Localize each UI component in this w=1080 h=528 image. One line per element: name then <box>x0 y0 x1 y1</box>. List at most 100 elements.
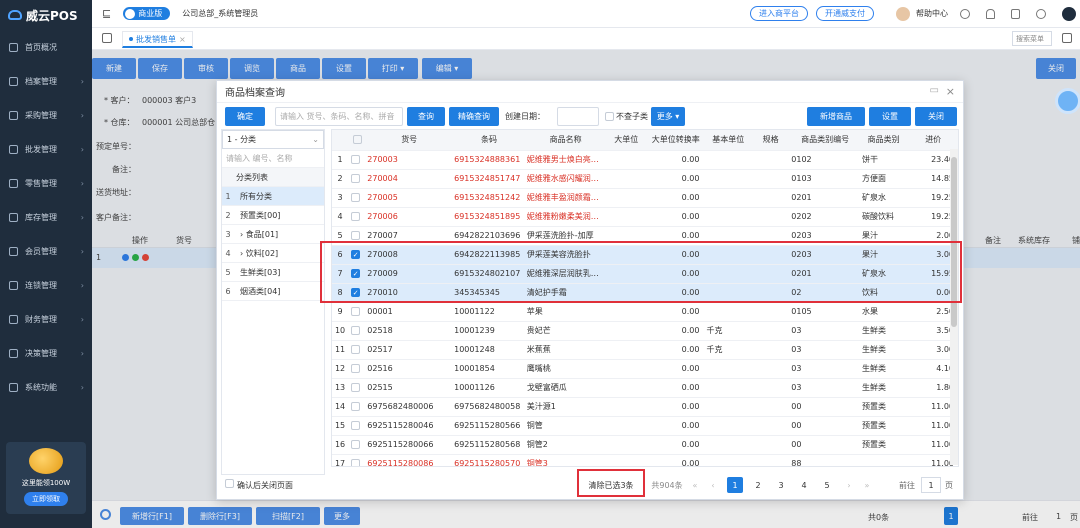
select-all-header[interactable] <box>348 130 365 151</box>
sidebar-item[interactable]: 采购管理 › <box>0 98 92 132</box>
row-select-cell[interactable] <box>348 169 365 189</box>
table-row[interactable]: 12 02516 10001854 鹰嘴桃 0.00 03 生鲜类 4.10 <box>332 359 958 379</box>
page-2-button[interactable]: 2 <box>750 477 766 493</box>
row-checkbox[interactable] <box>351 231 361 240</box>
table-row[interactable]: 1 270003 6915324888361 妮维雅男士焕白亮… 0.00 0102 饼干 2… <box>332 150 958 170</box>
tab-wholesale-order[interactable]: 批发销售单 × <box>122 31 193 48</box>
table-row[interactable]: 4 270006 6915324851895 妮维雅粉嫩柔美润… 0.00 0202 碳酸饮… <box>332 207 958 227</box>
category-item[interactable]: 1 所有分类 <box>222 187 324 206</box>
last-page-icon[interactable]: » <box>861 477 873 493</box>
row-checkbox[interactable] <box>351 345 361 354</box>
table-row[interactable]: 17 6925115280086 6925115280570 铜管3 0.00 88 11.… <box>332 454 958 466</box>
row-checkbox[interactable] <box>351 193 361 202</box>
table-row[interactable]: 13 02515 10001126 戈壁富硒瓜 0.00 03 生鲜类 1.80 <box>332 378 958 398</box>
sidebar-item[interactable]: 系统功能 › <box>0 370 92 404</box>
help-center-link[interactable]: 帮助中心 <box>916 8 948 19</box>
enter-platform-button[interactable]: 进入商平台 <box>750 6 808 21</box>
first-page-icon[interactable]: « <box>689 477 701 493</box>
more-filters-button[interactable]: 更多 ▾ <box>651 107 685 126</box>
row-checkbox[interactable] <box>351 155 361 164</box>
category-item[interactable]: 2 预置类[00] <box>222 206 324 225</box>
lock-icon[interactable] <box>1011 8 1020 19</box>
power-icon[interactable] <box>1036 8 1046 19</box>
goods-search-input[interactable]: 请输入 货号、条码、名称、拼音 <box>275 107 403 126</box>
page-3-button[interactable]: 3 <box>773 477 789 493</box>
select-all-checkbox[interactable] <box>353 135 363 145</box>
row-select-cell[interactable] <box>348 359 365 379</box>
collapse-menu-icon[interactable]: ⊑ <box>102 7 111 20</box>
row-select-cell[interactable] <box>348 207 365 227</box>
category-item[interactable]: 6 烟酒类[04] <box>222 282 324 301</box>
page-1-button[interactable]: 1 <box>727 477 743 493</box>
row-select-cell[interactable] <box>348 378 365 398</box>
row-checkbox[interactable] <box>351 212 361 221</box>
table-row[interactable]: 15 6925115280046 6925115280566 铜管 0.00 00 预置类 1… <box>332 416 958 436</box>
row-checkbox[interactable] <box>351 174 361 183</box>
info-icon[interactable] <box>960 8 970 19</box>
row-select-cell[interactable] <box>348 302 365 322</box>
add-goods-button[interactable]: 新增商品 <box>807 107 865 126</box>
row-select-cell[interactable] <box>348 150 365 170</box>
row-select-cell[interactable] <box>348 435 365 455</box>
sidebar-item[interactable]: 零售管理 › <box>0 166 92 200</box>
sidebar-item[interactable]: 连锁管理 › <box>0 268 92 302</box>
sidebar-item[interactable]: 财务管理 › <box>0 302 92 336</box>
row-select-cell[interactable] <box>348 321 365 341</box>
table-scrollbar[interactable] <box>950 149 958 465</box>
row-checkbox[interactable] <box>351 421 361 430</box>
close-after-confirm-checkbox[interactable] <box>225 479 234 488</box>
row-select-cell[interactable] <box>348 340 365 360</box>
clear-selected-link[interactable]: 清除已选3条 <box>583 477 639 493</box>
close-icon[interactable]: × <box>946 85 955 98</box>
promo-card[interactable]: 这里能领100W 立即领取 <box>6 442 86 514</box>
category-item[interactable]: 4 › 饮料[02] <box>222 244 324 263</box>
search-menu-input[interactable]: 搜索菜单 <box>1012 31 1052 46</box>
row-select-cell[interactable] <box>348 397 365 417</box>
open-pay-button[interactable]: 开通威支付 <box>816 6 874 21</box>
table-row[interactable]: 3 270005 6915324851242 妮维雅丰盈润颜霜… 0.00 0201 矿泉水… <box>332 188 958 208</box>
table-row[interactable]: 2 270004 6915324851747 妮维雅水感闪耀润… 0.00 0103 方便面… <box>332 169 958 189</box>
row-select-cell[interactable] <box>348 416 365 436</box>
sidebar-item[interactable]: 决策管理 › <box>0 336 92 370</box>
exact-query-button[interactable]: 精确查询 <box>449 107 499 126</box>
create-date-select[interactable] <box>557 107 599 126</box>
row-checkbox[interactable] <box>351 440 361 449</box>
sidebar-item[interactable]: 批发管理 › <box>0 132 92 166</box>
confirm-button[interactable]: 确定 <box>225 107 265 126</box>
bell-icon[interactable] <box>986 8 995 19</box>
row-checkbox[interactable] <box>351 459 361 466</box>
sidebar-item[interactable]: 首页概况 <box>0 30 92 64</box>
row-select-cell[interactable] <box>348 454 365 466</box>
category-select[interactable]: 1 - 分类 ⌄ <box>222 130 324 149</box>
sidebar-item[interactable]: 库存管理 › <box>0 200 92 234</box>
prev-page-icon[interactable]: ‹ <box>707 477 719 493</box>
account-icon[interactable] <box>1062 6 1076 21</box>
close-tab-icon[interactable]: × <box>179 35 186 44</box>
home-tab-icon[interactable] <box>102 33 112 43</box>
search-fab-icon[interactable] <box>1055 88 1080 114</box>
page-5-button[interactable]: 5 <box>819 477 835 493</box>
fullscreen-icon[interactable] <box>1062 33 1072 43</box>
no-subcategory-checkbox[interactable] <box>605 112 614 121</box>
row-checkbox[interactable] <box>351 364 361 373</box>
category-item[interactable]: 3 › 食品[01] <box>222 225 324 244</box>
row-checkbox[interactable] <box>351 383 361 392</box>
query-button[interactable]: 查询 <box>407 107 445 126</box>
table-row[interactable]: 11 02517 10001248 米蕉蕉 0.00 千克 03 生鲜类 3.00 <box>332 340 958 360</box>
category-search-input[interactable]: 请输入 编号、名称 <box>222 149 324 168</box>
sidebar-item[interactable]: 档案管理 › <box>0 64 92 98</box>
row-select-cell[interactable] <box>348 188 365 208</box>
table-row[interactable]: 16 6925115280066 6925115280568 铜管2 0.00 00 预置类… <box>332 435 958 455</box>
row-checkbox[interactable] <box>351 402 361 411</box>
row-checkbox[interactable] <box>351 326 361 335</box>
sidebar-item[interactable]: 会员管理 › <box>0 234 92 268</box>
page-4-button[interactable]: 4 <box>796 477 812 493</box>
next-page-icon[interactable]: › <box>843 477 855 493</box>
dialog-close-button[interactable]: 关闭 <box>915 107 957 126</box>
table-row[interactable]: 9 00001 10001122 苹果 0.00 0105 水果 2.50 <box>332 302 958 322</box>
promo-claim-button[interactable]: 立即领取 <box>24 492 68 506</box>
table-row[interactable]: 14 6975682480006 6975682480058 美汁源1 0.00 00 预置… <box>332 397 958 417</box>
dialog-settings-button[interactable]: 设置 <box>869 107 911 126</box>
table-row[interactable]: 10 02518 10001239 贵妃芒 0.00 千克 03 生鲜类 3.50 <box>332 321 958 341</box>
avatar[interactable] <box>896 6 910 21</box>
